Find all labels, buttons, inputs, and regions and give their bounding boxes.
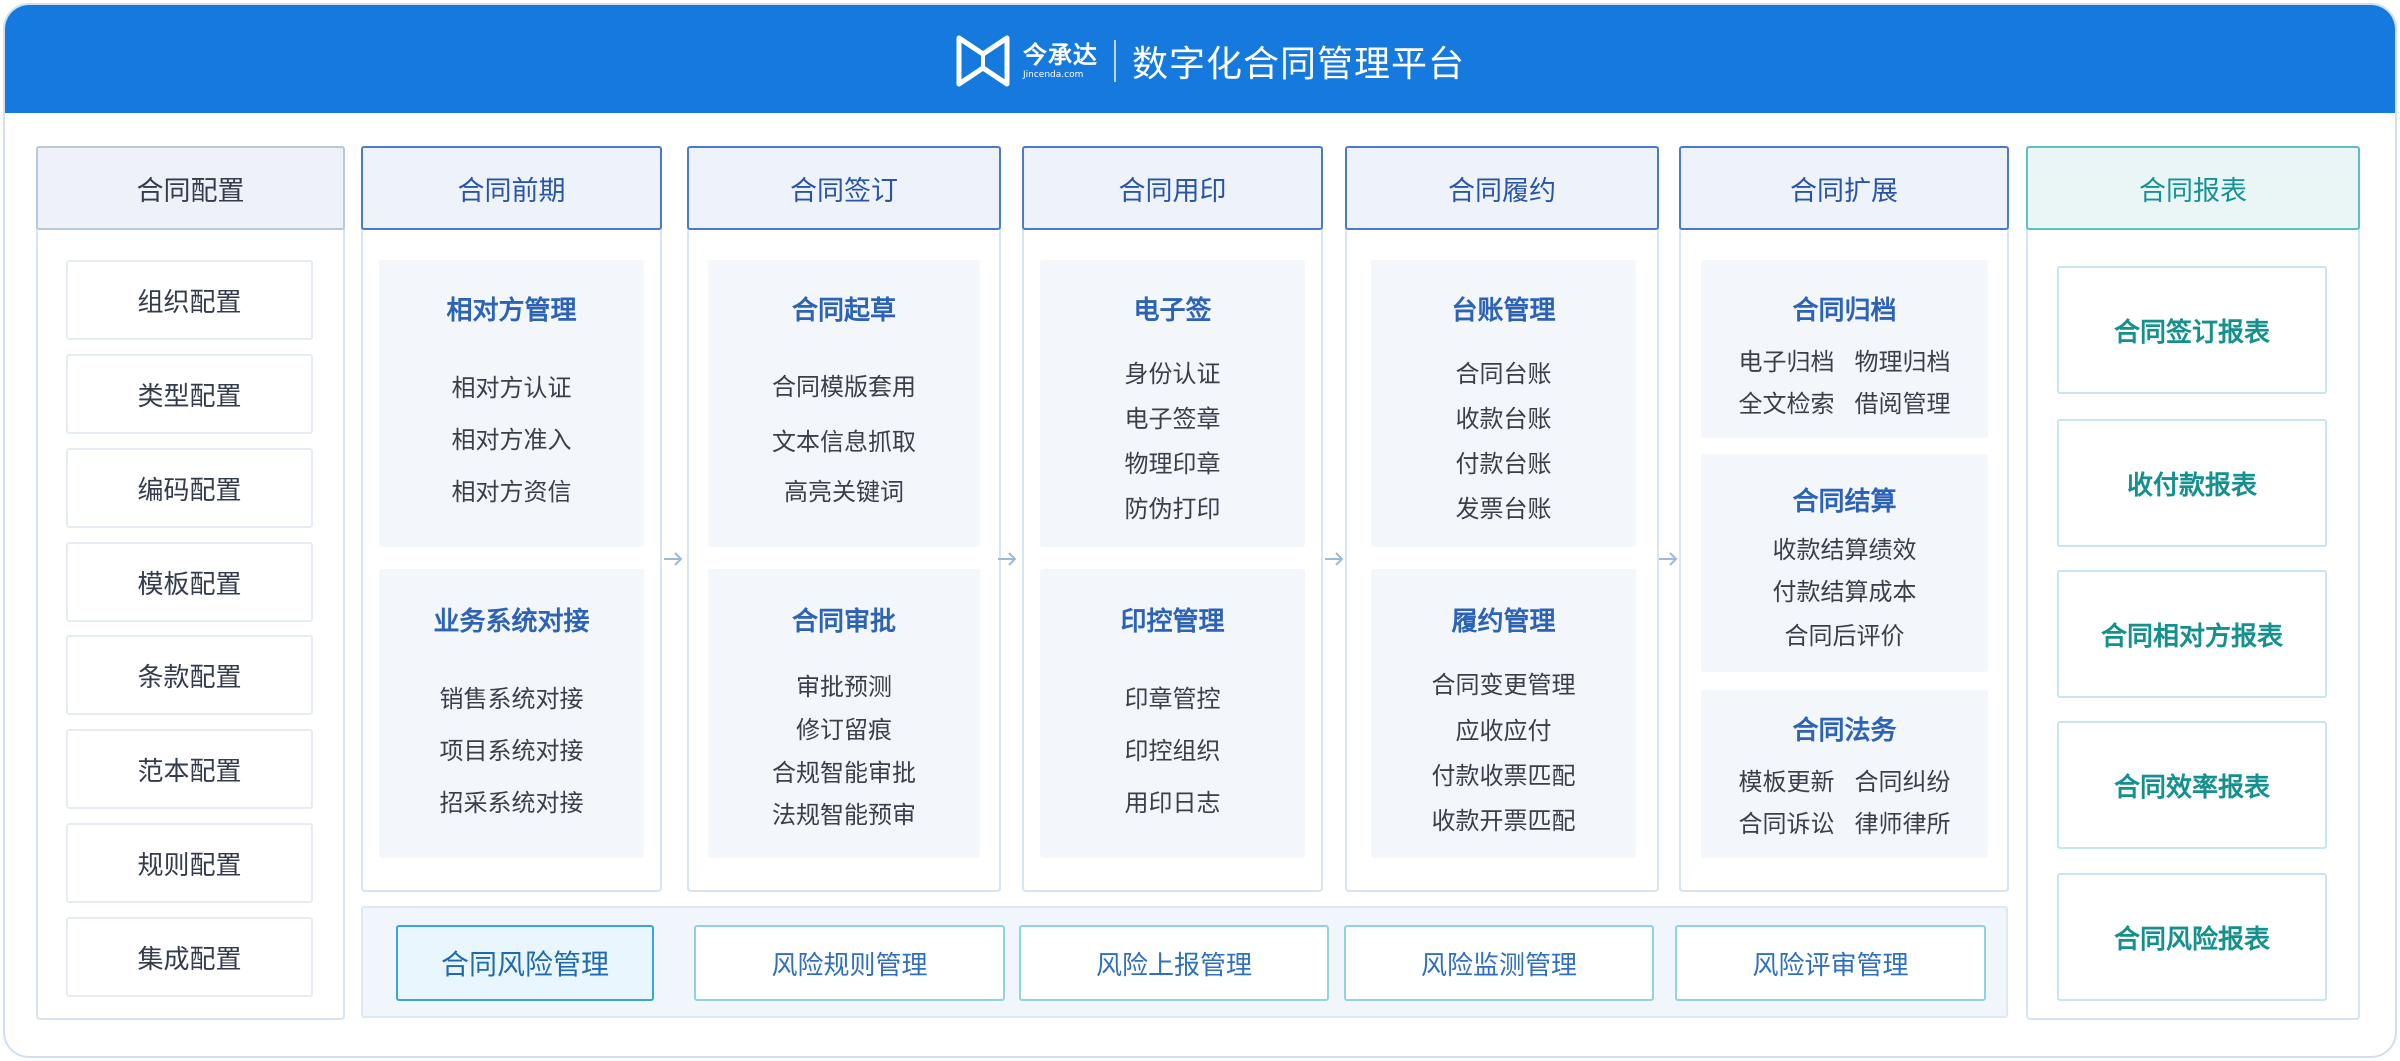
card-item[interactable]: 付款结算成本 [1701,572,1988,607]
config-item-type[interactable]: 类型配置 [66,354,313,434]
card-title: 业务系统对接 [433,607,590,637]
arrow-right-icon [998,552,1017,566]
card-item[interactable]: 合同台账 [1371,354,1636,389]
card-title: 印控管理 [1120,607,1225,637]
phase-header-sign: 合同签订 [687,146,1001,230]
report-payments[interactable]: 收付款报表 [2057,419,2327,547]
card-drafting: 合同起草 合同模版套用 文本信息抓取 高亮关键词 [708,260,980,547]
card-item[interactable]: 合同变更管理 [1371,665,1636,700]
phase-header-pre: 合同前期 [361,146,662,230]
card-item[interactable]: 付款台账 [1371,444,1636,479]
report-efficiency[interactable]: 合同效率报表 [2057,721,2327,849]
card-approval: 合同审批 审批预测 修订留痕 合规智能审批 法规智能预审 [708,569,980,858]
card-item[interactable]: 合同后评价 [1701,616,1988,651]
card-title: 相对方管理 [446,296,577,326]
card-title: 合同起草 [791,296,896,326]
card-title: 合同归档 [1792,296,1897,326]
card-seal-control: 印控管理 印章管控 印控组织 用印日志 [1040,569,1305,858]
card-item[interactable]: 印章管控 [1040,679,1305,714]
config-item-clause[interactable]: 条款配置 [66,635,313,715]
card-ledger: 台账管理 合同台账 收款台账 付款台账 发票台账 [1371,260,1636,547]
card-title: 电子签 [1133,296,1212,326]
card-item[interactable]: 收款台账 [1371,399,1636,434]
card-title: 履约管理 [1451,607,1556,637]
config-item-code[interactable]: 编码配置 [66,448,313,528]
risk-report-button[interactable]: 风险上报管理 [1019,925,1329,1001]
platform-title: 数字化合同管理平台 [1132,44,1466,85]
card-item[interactable]: 付款收票匹配 [1371,756,1636,791]
card-title: 合同法务 [1792,716,1897,746]
card-e-sign: 电子签 身份认证 电子签章 物理印章 防伪打印 [1040,260,1305,547]
reports-column-header: 合同报表 [2026,146,2360,230]
card-archive: 合同归档 电子归档 物理归档 全文检索 借阅管理 [1701,260,1988,438]
jincenda-logo-icon [956,35,1010,87]
card-fulfillment: 履约管理 合同变更管理 应收应付 付款收票匹配 收款开票匹配 [1371,569,1636,858]
risk-monitor-button[interactable]: 风险监测管理 [1344,925,1654,1001]
card-item[interactable]: 模板更新 [1739,762,1835,797]
card-item[interactable]: 合同纠纷 [1855,762,1951,797]
risk-management-button[interactable]: 合同风险管理 [396,925,654,1001]
card-item[interactable]: 相对方认证 [379,368,644,403]
card-item[interactable]: 电子签章 [1040,399,1305,434]
arrow-right-icon [1325,552,1344,566]
card-title: 台账管理 [1451,296,1556,326]
card-item[interactable]: 审批预测 [708,667,980,702]
arrow-right-icon [664,552,683,566]
risk-rule-button[interactable]: 风险规则管理 [694,925,1005,1001]
config-column-header: 合同配置 [36,146,345,230]
card-item[interactable]: 收款结算绩效 [1701,530,1988,565]
card-item[interactable]: 合同诉讼 [1739,804,1835,839]
header-bar: 今承达 Jincenda.com 数字化合同管理平台 [5,5,2395,113]
card-item[interactable]: 用印日志 [1040,783,1305,818]
config-item-org[interactable]: 组织配置 [66,260,313,340]
card-item[interactable]: 印控组织 [1040,731,1305,766]
report-counterparty[interactable]: 合同相对方报表 [2057,570,2327,698]
card-item[interactable]: 法规智能预审 [708,795,980,830]
config-item-integration[interactable]: 集成配置 [66,917,313,997]
arrow-right-icon [1659,552,1678,566]
card-item[interactable]: 身份认证 [1040,354,1305,389]
phase-header-extension: 合同扩展 [1679,146,2009,230]
card-item[interactable]: 电子归档 [1739,342,1835,377]
card-title: 合同审批 [791,607,896,637]
config-item-rule[interactable]: 规则配置 [66,823,313,903]
logo-domain: Jincenda.com [1023,70,1084,80]
card-item[interactable]: 项目系统对接 [379,731,644,766]
report-signing[interactable]: 合同签订报表 [2057,266,2327,394]
card-item[interactable]: 合同模版套用 [708,367,980,402]
card-item[interactable]: 防伪打印 [1040,489,1305,524]
card-item[interactable]: 销售系统对接 [379,679,644,714]
card-item[interactable]: 全文检索 [1739,384,1835,419]
card-counterparty: 相对方管理 相对方认证 相对方准入 相对方资信 [379,260,644,547]
card-item[interactable]: 招采系统对接 [379,783,644,818]
card-item[interactable]: 发票台账 [1371,489,1636,524]
card-item[interactable]: 应收应付 [1371,711,1636,746]
risk-review-button[interactable]: 风险评审管理 [1675,925,1986,1001]
card-item[interactable]: 收款开票匹配 [1371,801,1636,836]
phase-header-seal: 合同用印 [1022,146,1323,230]
card-item[interactable]: 文本信息抓取 [708,422,980,457]
card-item[interactable]: 相对方准入 [379,420,644,455]
logo-name: 今承达 [1023,41,1098,69]
config-item-template[interactable]: 模板配置 [66,542,313,622]
card-item[interactable]: 合规智能审批 [708,753,980,788]
card-item[interactable]: 借阅管理 [1855,384,1951,419]
phase-header-performance: 合同履约 [1345,146,1659,230]
card-business-integration: 业务系统对接 销售系统对接 项目系统对接 招采系统对接 [379,569,644,858]
card-settlement: 合同结算 收款结算绩效 付款结算成本 合同后评价 [1701,454,1988,672]
card-legal: 合同法务 模板更新 合同纠纷 合同诉讼 律师律所 [1701,690,1988,858]
card-item[interactable]: 相对方资信 [379,472,644,507]
brand-divider [1114,40,1116,82]
card-item[interactable]: 物理印章 [1040,444,1305,479]
card-title: 合同结算 [1792,487,1897,517]
card-item[interactable]: 律师律所 [1855,804,1951,839]
config-item-sample[interactable]: 范本配置 [66,729,313,809]
card-item[interactable]: 修订留痕 [708,710,980,745]
card-item[interactable]: 高亮关键词 [708,472,980,507]
card-item[interactable]: 物理归档 [1855,342,1951,377]
report-risk[interactable]: 合同风险报表 [2057,873,2327,1001]
brand: 今承达 Jincenda.com 数字化合同管理平台 [953,31,1465,91]
